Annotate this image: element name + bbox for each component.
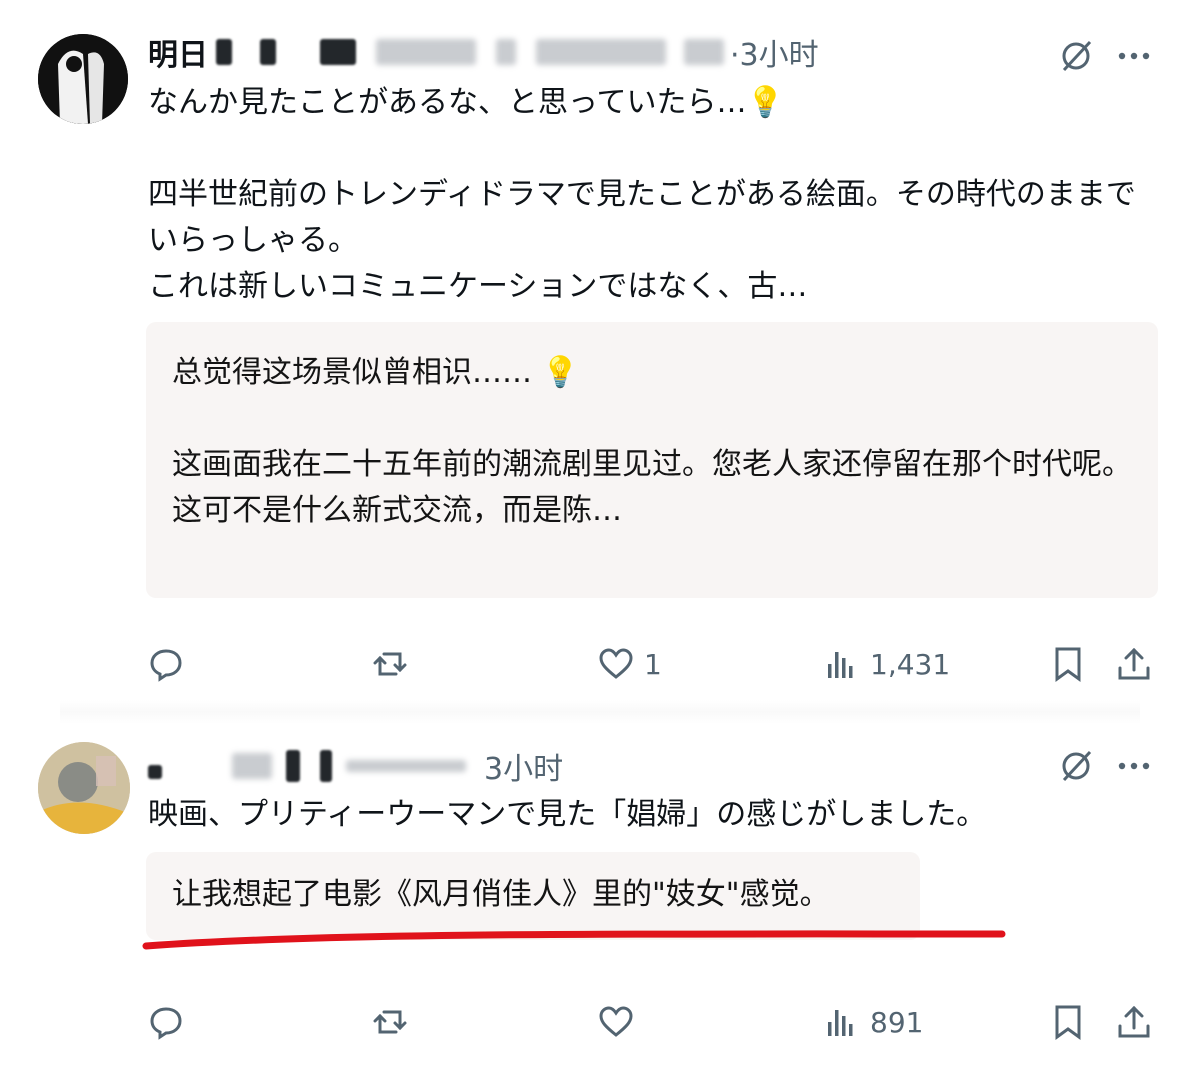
post-time[interactable]: ·3小时 — [730, 30, 819, 74]
avatar[interactable] — [38, 742, 130, 834]
post-header: 明日 ·3小时 — [148, 30, 819, 74]
redacted-name — [148, 765, 162, 779]
view-count: 1,431 — [870, 647, 951, 681]
bookmark-icon — [1055, 647, 1081, 682]
highlight-underline — [142, 930, 1006, 950]
like-count: 1 — [644, 647, 662, 681]
redacted-name — [260, 39, 276, 65]
translation-text: 让我想起了电影《风月俏佳人》里的"妓女"感觉。 — [172, 877, 830, 912]
post-text: 映画、プリティーウーマンで見た「娼婦」の感じがしました。 — [148, 797, 987, 832]
translation-box: 总觉得这场景似曾相识…… 💡 这画面我在二十五年前的潮流剧里见过。您老人家还停留… — [146, 322, 1158, 598]
bookmark-button[interactable] — [1050, 646, 1086, 682]
post-1[interactable]: 明日 ·3小时 なんか見たことがあるな、と思っていたら…💡 四半世紀前のトレンデ… — [0, 0, 1194, 720]
share-button[interactable] — [1116, 646, 1152, 682]
share-icon — [1118, 647, 1150, 680]
views-icon — [828, 1010, 853, 1036]
post-time[interactable]: 3小时 — [484, 744, 563, 788]
redacted-handle — [346, 760, 466, 772]
views-icon — [828, 652, 853, 678]
redacted-handle — [684, 39, 724, 65]
redacted-handle — [320, 39, 356, 65]
post-2[interactable]: 3小时 映画、プリティーウーマンで見た「娼婦」の感じがしました。 让我想起了电影… — [0, 720, 1194, 1080]
repost-icon — [373, 652, 407, 676]
repost-button[interactable] — [372, 1004, 408, 1040]
like-button[interactable]: 1 — [598, 646, 662, 682]
reply-icon — [150, 649, 182, 682]
grok-icon[interactable] — [1058, 748, 1094, 784]
more-icon[interactable] — [1116, 748, 1152, 784]
redacted-name — [232, 753, 272, 779]
repost-icon — [373, 1010, 407, 1034]
reply-button[interactable] — [148, 646, 184, 682]
share-button[interactable] — [1116, 1004, 1152, 1040]
redacted-handle — [376, 39, 476, 65]
view-count: 891 — [870, 1005, 924, 1039]
reply-button[interactable] — [148, 1004, 184, 1040]
repost-button[interactable] — [372, 646, 408, 682]
redacted-handle — [496, 39, 516, 65]
like-button[interactable] — [598, 1004, 634, 1040]
grok-icon[interactable] — [1058, 38, 1094, 74]
author-name[interactable]: 明日 — [148, 30, 208, 74]
post-header: 3小时 — [148, 744, 563, 788]
share-icon — [1118, 1005, 1150, 1038]
redacted-handle — [286, 750, 300, 782]
translation-text: 总觉得这场景似曾相识…… 💡 这画面我在二十五年前的潮流剧里见过。您老人家还停留… — [172, 355, 1132, 528]
like-icon — [599, 648, 633, 679]
post-text: なんか見たことがあるな、と思っていたら…💡 四半世紀前のトレンディドラマで見たこ… — [148, 85, 1136, 304]
bookmark-icon — [1055, 1005, 1081, 1040]
redacted-name — [216, 39, 232, 65]
views-button[interactable]: 1,431 — [824, 646, 950, 682]
more-icon[interactable] — [1116, 38, 1152, 74]
redacted-handle — [536, 39, 666, 65]
like-icon — [599, 1006, 633, 1037]
bookmark-button[interactable] — [1050, 1004, 1086, 1040]
views-button[interactable]: 891 — [824, 1004, 923, 1040]
redacted-handle — [320, 750, 332, 782]
avatar[interactable] — [38, 34, 128, 124]
reply-icon — [150, 1007, 182, 1040]
